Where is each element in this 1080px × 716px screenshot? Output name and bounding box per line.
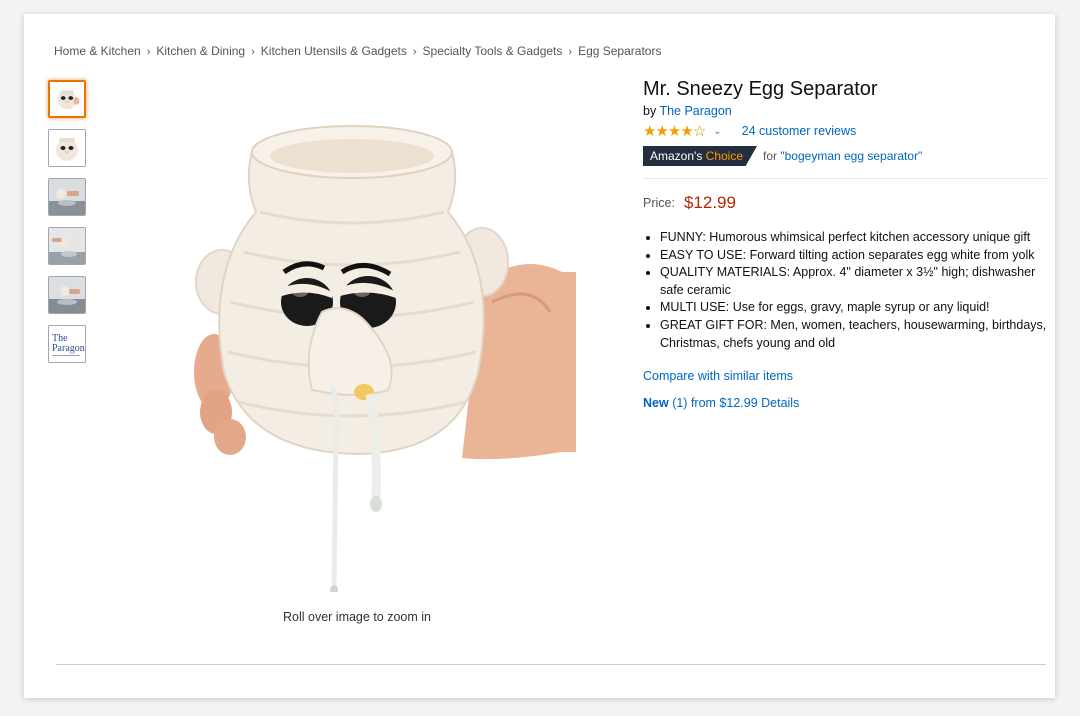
amazons-choice-row: Amazon's Choice for "bogeyman egg separa… — [643, 146, 1048, 166]
list-item: MULTI USE: Use for eggs, gravy, maple sy… — [660, 299, 1048, 317]
price-row: Price: $12.99 — [643, 193, 1048, 213]
thumbnail-in-use-bowl[interactable] — [48, 178, 86, 216]
offers-new-label[interactable]: New — [643, 396, 669, 410]
brand-link[interactable]: The Paragon — [659, 104, 731, 118]
breadcrumb-specialty-tools[interactable]: Specialty Tools & Gadgets — [423, 44, 563, 58]
new-offers-link[interactable]: New (1) from $12.99 Details — [643, 396, 1048, 410]
breadcrumb-separator: › — [568, 46, 573, 58]
thumbnail-in-use-pour[interactable] — [48, 227, 86, 265]
customer-reviews-link[interactable]: 24 customer reviews — [742, 124, 857, 138]
amazons-choice-badge: Amazon's Choice — [643, 146, 758, 166]
price-value: $12.99 — [683, 193, 736, 212]
by-prefix: by — [643, 104, 657, 118]
badge-highlight: Choice — [705, 149, 744, 163]
breadcrumb-kitchen-utensils[interactable]: Kitchen Utensils & Gadgets — [261, 44, 407, 58]
divider — [643, 178, 1048, 179]
byline: by The Paragon — [643, 104, 1048, 118]
star-rating[interactable]: ★★★★☆ — [643, 122, 706, 140]
rating-row: ★★★★☆ ⌄ 24 customer reviews — [643, 122, 1048, 140]
list-item: EASY TO USE: Forward tilting action sepa… — [660, 247, 1048, 265]
logo-text-paragon: Paragon — [52, 343, 85, 354]
product-title: Mr. Sneezy Egg Separator — [643, 78, 878, 100]
breadcrumb: Home & Kitchen › Kitchen & Dining › Kitchen … — [54, 44, 661, 58]
choice-query-link[interactable]: "bogeyman egg separator" — [780, 149, 922, 163]
thumbnail-strip: The Paragon — [48, 80, 88, 374]
product-page: Home & Kitchen › Kitchen & Dining › Kitchen … — [24, 14, 1055, 698]
thumbnail-product-face[interactable] — [48, 129, 86, 167]
offers-detail[interactable]: (1) from $12.99 Details — [672, 396, 799, 410]
breadcrumb-separator: › — [412, 46, 417, 58]
feature-bullets: FUNNY: Humorous whimsical perfect kitche… — [643, 229, 1048, 352]
list-item: FUNNY: Humorous whimsical perfect kitche… — [660, 229, 1048, 247]
thumbnail-brand-logo[interactable]: The Paragon — [48, 325, 86, 363]
compare-similar-link[interactable]: Compare with similar items — [643, 369, 1048, 383]
breadcrumb-home-kitchen[interactable]: Home & Kitchen — [54, 44, 141, 58]
list-item: QUALITY MATERIALS: Approx. 4" diameter x… — [660, 264, 1048, 299]
choice-for: for "bogeyman egg separator" — [763, 149, 922, 163]
main-product-image[interactable] — [192, 112, 576, 595]
zoom-hint: Roll over image to zoom in — [283, 610, 431, 624]
badge-prefix: Amazon's — [650, 149, 703, 163]
bottom-divider — [56, 664, 1046, 665]
product-details: Mr. Sneezy Egg Separator by The Paragon … — [643, 76, 1048, 410]
thumbnail-in-use-bowl-2[interactable] — [48, 276, 86, 314]
list-item: GREAT GIFT FOR: Men, women, teachers, ho… — [660, 317, 1048, 352]
chevron-down-icon[interactable]: ⌄ — [713, 126, 721, 137]
choice-for-prefix: for — [763, 149, 778, 163]
thumbnail-product-front[interactable] — [48, 80, 86, 118]
breadcrumb-separator: › — [251, 46, 255, 58]
breadcrumb-egg-separators[interactable]: Egg Separators — [578, 44, 661, 58]
breadcrumb-separator: › — [146, 46, 151, 58]
breadcrumb-kitchen-dining[interactable]: Kitchen & Dining — [156, 44, 245, 58]
price-label: Price: — [643, 196, 675, 210]
